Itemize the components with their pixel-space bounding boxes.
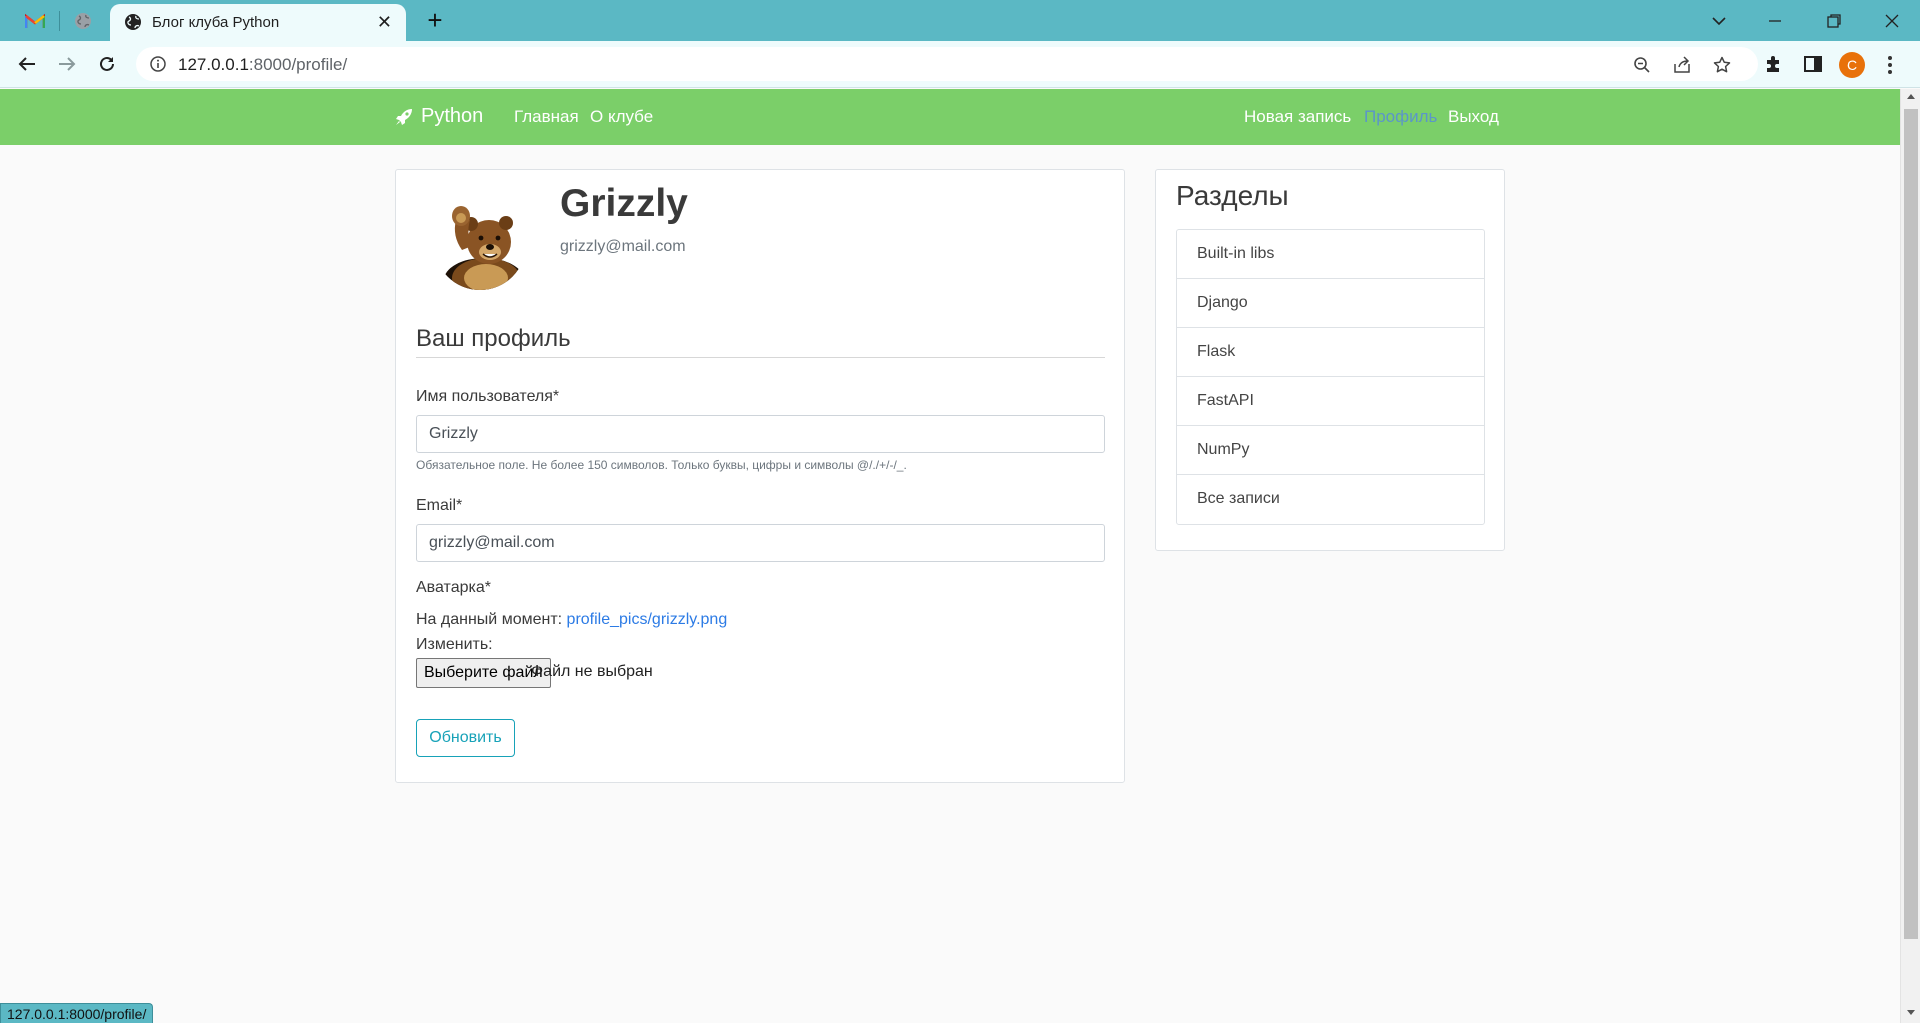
username-help-text: Обязательное поле. Не более 150 символов… <box>416 458 907 472</box>
page-scrollbar[interactable] <box>1900 89 1920 1023</box>
info-icon[interactable] <box>150 56 166 72</box>
section-item-all-posts[interactable]: Все записи <box>1177 475 1484 524</box>
rocket-icon <box>396 108 412 125</box>
globe-icon <box>75 13 91 29</box>
sections-list: Built-in libs Django Flask FastAPI NumPy… <box>1176 229 1485 525</box>
site-brand[interactable]: Python <box>395 105 483 128</box>
gmail-pinned-tab[interactable] <box>22 8 48 34</box>
reload-icon[interactable] <box>92 49 122 79</box>
zoom-icon[interactable] <box>1630 53 1654 77</box>
scroll-thumb[interactable] <box>1904 109 1918 939</box>
profile-card: Grizzly grizzly@mail.com Ваш профиль Имя… <box>395 169 1125 783</box>
browser-tab-bar: Блог клуба Python ✕ + <box>0 0 1920 41</box>
current-avatar-line: На данный момент: profile_pics/grizzly.p… <box>416 611 727 629</box>
current-avatar-prefix: На данный момент: <box>416 611 563 628</box>
minimize-icon[interactable] <box>1760 6 1790 36</box>
username-label: Имя пользователя* <box>416 388 560 405</box>
bear-avatar-image <box>434 198 526 290</box>
brand-name: Python <box>421 105 484 127</box>
section-item-django[interactable]: Django <box>1177 279 1484 328</box>
nav-link-new-post[interactable]: Новая запись <box>1244 107 1351 127</box>
email-input[interactable] <box>416 524 1105 562</box>
section-item-fastapi[interactable]: FastAPI <box>1177 377 1484 426</box>
section-divider <box>416 357 1105 358</box>
profile-email: grizzly@mail.com <box>560 238 686 255</box>
username-input[interactable] <box>416 415 1105 453</box>
back-arrow-icon[interactable] <box>12 49 42 79</box>
avatar-label: Аватарка* <box>416 579 491 596</box>
site-navbar: Python Главная О клубе Новая запись Проф… <box>0 89 1900 145</box>
browser-menu-icon[interactable] <box>1880 53 1900 77</box>
globe-icon <box>125 14 141 30</box>
share-icon[interactable] <box>1670 53 1694 77</box>
side-panel-icon[interactable] <box>1799 50 1827 78</box>
bookmark-star-icon[interactable] <box>1710 53 1734 77</box>
url-text: 127.0.0.1:8000/profile/ <box>178 55 348 74</box>
close-window-icon[interactable] <box>1877 6 1907 36</box>
current-avatar-link[interactable]: profile_pics/grizzly.png <box>567 611 728 628</box>
tab-title: Блог клуба Python <box>152 14 280 31</box>
globe-pinned-tab[interactable] <box>70 8 96 34</box>
nav-link-logout[interactable]: Выход <box>1448 107 1499 127</box>
section-item-builtin-libs[interactable]: Built-in libs <box>1177 230 1484 279</box>
active-tab[interactable]: Блог клуба Python ✕ <box>110 4 406 41</box>
file-status: Файл не выбран <box>531 663 653 680</box>
tab-separator <box>59 11 60 31</box>
status-url-bubble: 127.0.0.1:8000/profile/ <box>0 1003 154 1023</box>
section-title: Ваш профиль <box>416 325 571 352</box>
new-tab-button[interactable]: + <box>420 6 450 36</box>
restore-icon[interactable] <box>1819 6 1849 36</box>
scroll-up-arrow-icon[interactable] <box>1907 94 1915 99</box>
nav-link-profile[interactable]: Профиль <box>1364 107 1437 127</box>
address-bar[interactable]: 127.0.0.1:8000/profile/ <box>136 47 1758 81</box>
forward-arrow-icon[interactable] <box>52 49 82 79</box>
close-tab-icon[interactable]: ✕ <box>377 13 392 31</box>
avatar <box>434 198 526 290</box>
sections-card: Разделы Built-in libs Django Flask FastA… <box>1155 169 1505 551</box>
email-label: Email* <box>416 497 463 514</box>
gmail-icon <box>25 13 45 28</box>
change-avatar-label: Изменить: <box>416 636 493 653</box>
profile-username: Grizzly <box>560 182 688 225</box>
tab-search-icon[interactable] <box>1704 6 1734 36</box>
sections-title: Разделы <box>1176 180 1289 211</box>
nav-link-about[interactable]: О клубе <box>590 107 653 127</box>
scroll-down-arrow-icon[interactable] <box>1907 1010 1915 1015</box>
update-button[interactable]: Обновить <box>416 719 515 757</box>
browser-toolbar: 127.0.0.1:8000/profile/ C <box>0 41 1920 88</box>
section-item-numpy[interactable]: NumPy <box>1177 426 1484 475</box>
section-item-flask[interactable]: Flask <box>1177 328 1484 377</box>
browser-profile-avatar[interactable]: C <box>1839 52 1865 78</box>
extensions-icon[interactable] <box>1759 50 1787 78</box>
nav-link-home[interactable]: Главная <box>514 107 579 127</box>
